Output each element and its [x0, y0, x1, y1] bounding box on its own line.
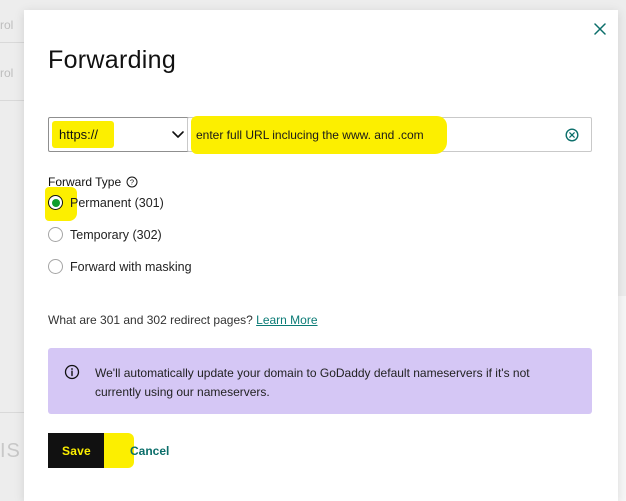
chevron-down-icon [172, 131, 184, 138]
learn-more-link[interactable]: Learn More [256, 313, 317, 327]
radio-button[interactable] [48, 259, 63, 274]
modal-title: Forwarding [48, 46, 177, 74]
save-button[interactable]: Save [48, 433, 134, 468]
background-text: rol [0, 66, 14, 80]
info-banner: We'll automatically update your domain t… [48, 348, 592, 414]
radio-label: Forward with masking [70, 259, 192, 274]
radio-button-checked[interactable] [48, 195, 63, 210]
background-divider [0, 100, 24, 101]
background-heading: IS [0, 440, 21, 462]
redirect-help-text: What are 301 and 302 redirect pages? Lea… [48, 313, 318, 327]
close-icon [594, 23, 606, 35]
url-input[interactable] [196, 118, 556, 151]
protocol-selected-value: https:// [59, 127, 99, 142]
radio-option-temporary[interactable]: Temporary (302) [48, 227, 162, 242]
protocol-select[interactable]: https:// [48, 117, 200, 152]
cancel-button[interactable]: Cancel [130, 444, 169, 458]
close-button[interactable] [591, 20, 609, 38]
radio-button[interactable] [48, 227, 63, 242]
background-text: rol [0, 18, 14, 32]
background-divider [0, 412, 24, 413]
clear-icon[interactable] [565, 128, 579, 142]
info-text: We'll automatically update your domain t… [95, 366, 530, 399]
radio-label: Permanent (301) [70, 195, 164, 210]
radio-label: Temporary (302) [70, 227, 162, 242]
save-label: Save [62, 444, 91, 458]
help-icon[interactable]: ? [126, 176, 138, 188]
radio-option-masking[interactable]: Forward with masking [48, 259, 192, 274]
info-icon [64, 364, 80, 380]
background-divider [0, 42, 24, 43]
url-field [187, 116, 592, 154]
svg-text:?: ? [130, 178, 134, 187]
forwarding-modal: Forwarding https:// Forward Type ? Perma… [24, 10, 618, 501]
redirect-question: What are 301 and 302 redirect pages? [48, 313, 253, 327]
radio-option-permanent[interactable]: Permanent (301) [45, 187, 164, 221]
